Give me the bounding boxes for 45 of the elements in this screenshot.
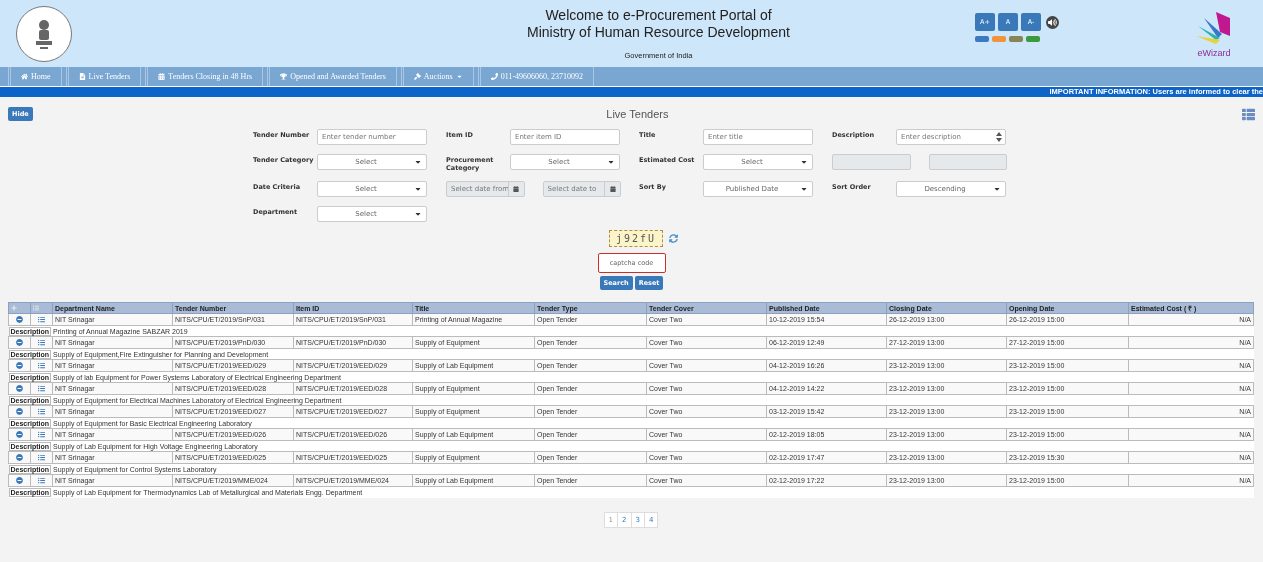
calendar-icon [158,73,166,80]
speaker-icon[interactable] [1046,15,1059,29]
theme-swatch[interactable] [1026,36,1040,42]
details-icon[interactable] [38,361,45,369]
collapse-icon[interactable] [16,453,23,461]
document-icon [78,73,86,80]
theme-swatch[interactable] [975,36,989,42]
details-icon[interactable] [38,476,45,484]
details-icon[interactable] [38,430,45,438]
refresh-icon[interactable] [669,234,679,243]
caret-icon [607,158,615,166]
theme-swatch[interactable] [992,36,1006,42]
portal-title: Welcome to e-Procurement Portal of [545,7,772,24]
collapse-icon[interactable] [16,407,23,415]
captcha-image: j92fU [608,230,664,247]
page-title: Live Tenders [606,108,669,120]
details-icon[interactable] [38,338,45,346]
calendar-icon[interactable] [513,186,519,192]
details-icon[interactable] [38,453,45,461]
logo-text: eWizard [1197,47,1231,58]
calendar-icon[interactable] [609,186,616,192]
home-icon [21,73,28,80]
spinner-icon[interactable] [996,132,1002,142]
caret-icon [993,185,1001,193]
trophy-icon [280,73,288,80]
caret-icon [414,185,422,193]
collapse-icon[interactable] [16,361,23,369]
theme-swatch[interactable] [1009,36,1023,42]
collapse-icon[interactable] [16,430,23,438]
details-icon[interactable] [38,384,45,392]
caret-icon [414,158,422,166]
list-view-icon[interactable] [1242,107,1255,121]
list-icon [33,304,39,311]
collapse-icon[interactable] [16,384,23,392]
phone-icon [490,73,498,80]
caret-icon [800,185,808,193]
gavel-icon [413,73,421,80]
portal-title: Ministry of Human Resource Development [527,24,790,41]
caret-icon [800,158,808,166]
details-icon[interactable] [38,315,45,323]
collapse-icon[interactable] [16,338,23,346]
collapse-icon[interactable] [16,476,23,484]
caret-icon [414,210,422,218]
collapse-icon[interactable] [16,315,23,323]
details-icon[interactable] [38,407,45,415]
